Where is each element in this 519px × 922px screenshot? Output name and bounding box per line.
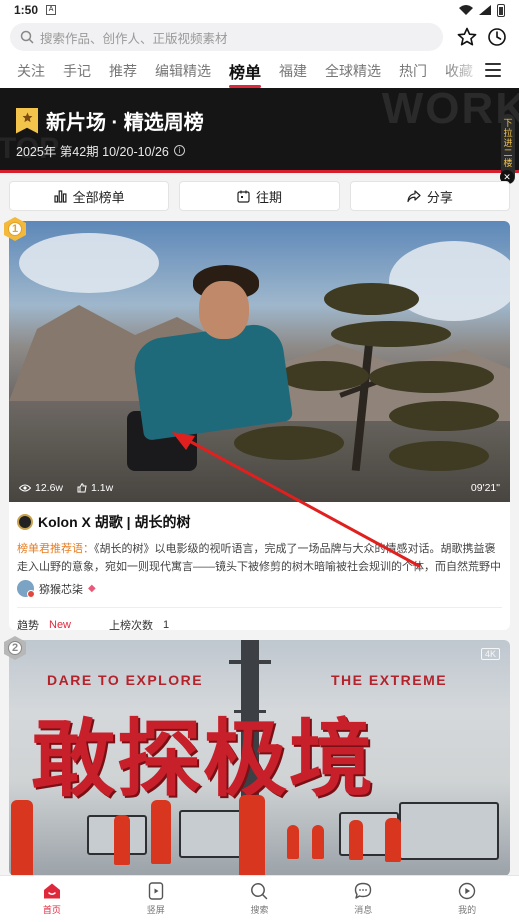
ranking-card-2[interactable]: DARE TO EXPLORE THE EXTREME 敢探极境 4K — [9, 640, 510, 876]
slogan-right: THE EXTREME — [331, 672, 448, 688]
like-icon — [77, 483, 87, 493]
info-icon[interactable]: i — [173, 145, 185, 156]
home-icon — [43, 883, 60, 899]
status-bar: 1:50 A — [0, 0, 519, 20]
trend-value: New — [49, 619, 72, 630]
tab-fujian[interactable]: 福建 — [279, 61, 307, 81]
recommendation-label: 榜单君推荐语： — [17, 543, 94, 555]
author-name[interactable]: 猕猴芯柒 — [39, 581, 83, 597]
like-count: 1.1w — [77, 482, 113, 494]
diamond-icon: ◆ — [88, 583, 96, 594]
search-row: 搜索作品、创作人、正版视频素材 — [0, 20, 519, 54]
all-charts-label: 全部榜单 — [72, 189, 125, 205]
search-icon — [251, 883, 268, 900]
tab-recommend[interactable]: 推荐 — [109, 61, 137, 81]
profile-icon — [458, 882, 476, 900]
share-icon — [407, 189, 421, 202]
video-thumbnail[interactable]: 12.6w 1.1w 09'21" — [9, 221, 510, 502]
battery-icon — [497, 3, 505, 17]
slogan-left: DARE TO EXPLORE — [47, 672, 204, 688]
ranking-card-1[interactable]: 12.6w 1.1w 09'21" Kolon X 胡歌 | 胡长的树 榜单君推… — [9, 221, 510, 630]
action-buttons: 全部榜单 往期 分享 — [9, 181, 510, 211]
search-placeholder: 搜索作品、创作人、正版视频素材 — [40, 31, 228, 46]
card-title-row[interactable]: Kolon X 胡歌 | 胡长的树 — [17, 512, 502, 532]
tab-following[interactable]: 关注 — [17, 61, 45, 81]
avatar[interactable] — [17, 580, 35, 598]
message-icon — [355, 882, 372, 899]
nav-search[interactable]: 搜索 — [208, 876, 312, 922]
quality-badge: 4K — [480, 648, 500, 660]
tab-global-pick[interactable]: 全球精选 — [325, 61, 381, 81]
view-count: 12.6w — [19, 482, 63, 494]
menu-icon[interactable] — [485, 63, 501, 77]
tab-editors-pick[interactable]: 编辑精选 — [155, 61, 211, 81]
past-issues-button[interactable]: 往期 — [179, 181, 340, 211]
video-title: Kolon X 胡歌 | 胡长的树 — [38, 514, 191, 530]
tab-hot[interactable]: 热门 — [399, 61, 427, 81]
calendar-icon — [237, 190, 250, 203]
favorite-button[interactable] — [455, 25, 479, 49]
history-button[interactable] — [485, 25, 509, 49]
status-icons — [459, 3, 505, 17]
signal-icon — [479, 5, 491, 15]
nav-profile[interactable]: 我的 — [415, 876, 519, 922]
banner-bg-word: WORK — [381, 88, 519, 133]
share-label: 分享 — [426, 189, 453, 205]
search-input[interactable]: 搜索作品、创作人、正版视频素材 — [10, 23, 444, 51]
eye-icon — [19, 484, 31, 492]
nav-vertical[interactable]: 竖屏 — [104, 876, 208, 922]
nav-messages[interactable]: 消息 — [311, 876, 415, 922]
tab-rankings[interactable]: 榜单 — [229, 59, 262, 88]
category-tabs: 关注 手记 推荐 编辑精选 榜单 福建 全球精选 热门 收藏 — [0, 54, 519, 88]
clock-icon — [488, 28, 506, 46]
tab-notes[interactable]: 手记 — [63, 61, 91, 81]
times-value: 1 — [163, 619, 170, 630]
video-thumbnail[interactable]: DARE TO EXPLORE THE EXTREME 敢探极境 4K — [9, 640, 510, 876]
tab-fade — [445, 54, 485, 88]
times-label: 上榜次数 — [109, 620, 154, 630]
banner-title-row: 新片场 · 精选周榜 — [16, 106, 204, 135]
period-text: 2025年 第42期 10/20-10/26 — [16, 145, 169, 159]
poster-title: 敢探极境 — [31, 710, 376, 808]
trend-row: 趋势 New 上榜次数 1 — [17, 608, 502, 630]
share-button[interactable]: 分享 — [349, 181, 510, 211]
wifi-icon — [459, 5, 473, 15]
past-issues-label: 往期 — [255, 189, 282, 205]
recommendation-text[interactable]: 榜单君推荐语：《胡长的树》以电影级的视听语言，完成了一场品牌与大众的情感对话。胡… — [17, 540, 502, 576]
bar-chart-icon — [54, 189, 67, 203]
bookmark-icon — [16, 107, 38, 134]
ranking-banner: WORK TOP 新片场 · 精选周榜 2025年 第42期 10/20-10/… — [0, 88, 519, 173]
vertical-video-icon — [148, 882, 163, 900]
star-icon — [457, 27, 477, 46]
status-time: 1:50 — [14, 3, 39, 17]
notification-icon: A — [46, 5, 57, 15]
rank-number: 2 — [8, 641, 22, 655]
banner-period: 2025年 第42期 10/20-10/26 i — [16, 141, 185, 160]
trend-label: 趋势 — [17, 620, 39, 630]
banner-title: 新片场 · 精选周榜 — [46, 112, 204, 134]
rank-number: 1 — [8, 222, 22, 236]
bottom-nav: 首页 竖屏 搜索 消息 我的 — [0, 875, 519, 922]
nav-home[interactable]: 首页 — [0, 876, 104, 922]
card-body: Kolon X 胡歌 | 胡长的树 榜单君推荐语：《胡长的树》以电影级的视听语言… — [9, 502, 510, 630]
video-stats: 12.6w 1.1w — [19, 482, 113, 494]
search-icon — [20, 30, 34, 44]
author-row[interactable]: 猕猴芯柒 ◆ — [17, 580, 502, 598]
all-charts-button[interactable]: 全部榜单 — [9, 181, 170, 211]
video-duration: 09'21" — [470, 482, 500, 494]
brand-icon — [17, 514, 33, 530]
